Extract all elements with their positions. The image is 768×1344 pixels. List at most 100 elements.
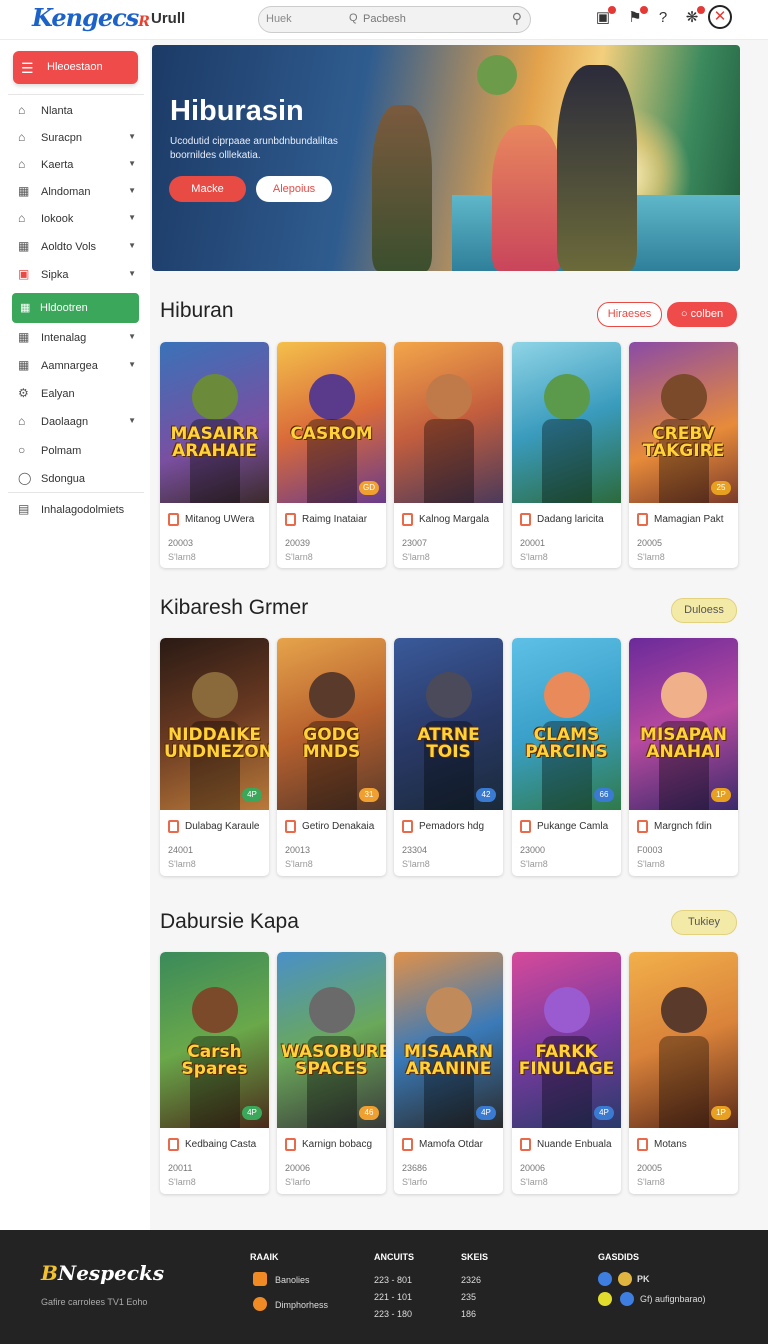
game-card[interactable]: WASOBURE SPACES 46 Karnign bobacg 20006 S'la…	[277, 952, 386, 1194]
circle-icon: ○	[18, 443, 26, 457]
cart-icon[interactable]: ▣	[593, 6, 616, 28]
section-action-button[interactable]: ○ colben	[667, 302, 737, 327]
home-icon: ⌂	[18, 103, 26, 117]
game-thumbnail[interactable]: FARKK FINULAGE 4P	[512, 952, 621, 1128]
footer-text: 186	[461, 1309, 477, 1319]
footer-text: 223 - 801	[374, 1275, 413, 1285]
game-card[interactable]: MISAPAN ANAHAI 1P Margnch fdin F0003 S'larn8	[629, 638, 738, 876]
hero-primary-button[interactable]: Macke	[169, 176, 246, 202]
game-card[interactable]: MASAIRR ARAHAIE Mitanog UWera 20003 S'larn8	[160, 342, 269, 568]
game-icon	[402, 820, 413, 833]
footer-link[interactable]: Dimphorhess	[275, 1300, 328, 1310]
game-title-art: WASOBURE SPACES	[281, 1042, 386, 1079]
footer-link[interactable]: Gf) aufignbarao)	[640, 1294, 706, 1304]
game-thumbnail[interactable]: MASAIRR ARAHAIE	[160, 342, 269, 503]
game-card[interactable]: NIDDAIKE UNDNEZON 4P Dulabag Karaule 24001 S…	[160, 638, 269, 876]
game-icon	[637, 1138, 648, 1151]
social-icon[interactable]	[618, 1272, 632, 1286]
game-thumbnail[interactable]: GODG MNDS 31	[277, 638, 386, 810]
game-card[interactable]: Kalnog Margala 23007 S'larn8	[394, 342, 503, 568]
game-card[interactable]: CLAMS PARCINS 66 Pukange Camla 23000 S'larn8	[512, 638, 621, 876]
footer-column-heading: SKEIS	[461, 1252, 489, 1262]
footer-link[interactable]: PK	[637, 1274, 650, 1284]
game-icon	[168, 1138, 179, 1151]
game-thumbnail[interactable]: MISAPAN ANAHAI 1P	[629, 638, 738, 810]
game-name: Kalnog Margala	[419, 514, 490, 525]
game-card[interactable]: Dadang laricita 20001 S'larn8	[512, 342, 621, 568]
game-thumbnail[interactable]: NIDDAIKE UNDNEZON 4P	[160, 638, 269, 810]
sidebar-item-10[interactable]: ⚙ Ealyan	[18, 385, 138, 405]
character-illustration	[309, 987, 355, 1033]
game-card[interactable]: MISAARN ARANINE 4P Mamofa Otdar 23686 S'larf…	[394, 952, 503, 1194]
game-card[interactable]: CASROM GD Raimg Inataiar 20039 S'larn8	[277, 342, 386, 568]
settings-icon[interactable]: ❋	[682, 6, 705, 28]
sidebar-item-11[interactable]: ⌂ Daolaagn ▼	[18, 413, 138, 433]
game-players: 23686	[402, 1163, 428, 1173]
sidebar-item-5[interactable]: ⌂ Iokook ▼	[18, 210, 138, 230]
sidebar-item-12[interactable]: ○ Polmam	[18, 442, 138, 462]
sidebar-item-2[interactable]: ⌂ Suracpn ▼	[18, 129, 138, 149]
sidebar-item-1[interactable]: ⌂ Nlanta	[18, 102, 138, 122]
footer-column-heading: RAAIK	[250, 1252, 279, 1262]
game-card[interactable]: ATRNE TOIS 42 Pemadors hdg 23304 S'larn8	[394, 638, 503, 876]
sidebar-item-6[interactable]: ▦ Aoldto Vols ▼	[18, 238, 138, 258]
game-thumbnail[interactable]	[512, 342, 621, 503]
game-card[interactable]: 1P Motans 20005 S'larn8	[629, 952, 738, 1194]
sidebar-item-9[interactable]: ▦ Aamnargea ▼	[18, 357, 138, 377]
chevron-down-icon: ▼	[128, 241, 136, 250]
search-input[interactable]: Huek Q Pacbesh ⚲	[258, 6, 531, 33]
rating-badge: 4P	[242, 788, 262, 802]
game-thumbnail[interactable]: WASOBURE SPACES 46	[277, 952, 386, 1128]
hero-banner[interactable]: Hiburasin Ucodutid ciprpaae arunbdnbunda…	[152, 45, 740, 271]
section-filter-button[interactable]: Duloess	[671, 598, 737, 623]
game-icon	[402, 513, 413, 526]
game-thumbnail[interactable]: CREBV TAKGIRE 25	[629, 342, 738, 503]
section-filter-button[interactable]: Tukiey	[671, 910, 737, 935]
game-thumbnail[interactable]: 1P	[629, 952, 738, 1128]
game-card[interactable]: Carsh Spares 4P Kedbaing Casta 20011 S'larn8	[160, 952, 269, 1194]
game-card[interactable]: GODG MNDS 31 Getiro Denakaia 20013 S'larn8	[277, 638, 386, 876]
search-icon[interactable]: ⚲	[512, 10, 522, 27]
game-thumbnail[interactable]: Carsh Spares 4P	[160, 952, 269, 1128]
game-card[interactable]: CREBV TAKGIRE 25 Mamagian Pakt 20005 S'larn8	[629, 342, 738, 568]
sidebar-item-3[interactable]: ⌂ Kaerta ▼	[18, 156, 138, 176]
footer-link[interactable]: Banolies	[275, 1275, 310, 1285]
game-players: 23000	[520, 845, 546, 855]
sidebar-item-7[interactable]: ▣ Sipka ▼	[18, 266, 138, 286]
rating-badge: GD	[359, 481, 379, 495]
rating-badge: 25	[711, 481, 731, 495]
chevron-down-icon: ▼	[128, 416, 136, 425]
social-icon[interactable]	[620, 1292, 634, 1306]
game-card[interactable]: FARKK FINULAGE 4P Nuande Enbuala 20006 S'lar…	[512, 952, 621, 1194]
sidebar-item-active[interactable]: ▦ Hldootren	[12, 293, 139, 323]
rating-badge: 66	[594, 788, 614, 802]
game-title-art: NIDDAIKE UNDNEZON	[164, 725, 269, 762]
bell-icon[interactable]: ⚑	[625, 6, 648, 28]
game-thumbnail[interactable]: CLAMS PARCINS 66	[512, 638, 621, 810]
sidebar-item-13[interactable]: ◯ Sdongua	[18, 470, 138, 490]
sidebar-primary-button[interactable]: ☰ Hleoestaon	[13, 51, 138, 84]
section-filter-button[interactable]: Hiraeses	[597, 302, 662, 327]
footer-logo[interactable]: BNespecks	[41, 1261, 164, 1285]
user-name[interactable]: Urull	[151, 10, 185, 27]
help-icon[interactable]: ?	[653, 8, 673, 28]
character-body	[542, 419, 592, 503]
game-title-art: ATRNE TOIS	[417, 725, 480, 762]
game-thumbnail[interactable]	[394, 342, 503, 503]
character-illustration	[661, 672, 707, 718]
character-body	[424, 419, 474, 503]
sidebar-item-8[interactable]: ▦ Intenalag ▼	[18, 329, 138, 349]
profile-icon[interactable]: ✕	[708, 5, 732, 29]
game-name: Mamagian Pakt	[654, 514, 724, 525]
hero-title: Hiburasin	[170, 95, 304, 127]
game-thumbnail[interactable]: MISAARN ARANINE 4P	[394, 952, 503, 1128]
social-icon[interactable]	[598, 1272, 612, 1286]
brand-logo[interactable]: KengecsR	[32, 3, 150, 32]
game-title-art: FARKK FINULAGE	[518, 1042, 615, 1079]
sidebar-item-4[interactable]: ▦ Alndoman ▼	[18, 183, 138, 203]
game-thumbnail[interactable]: CASROM GD	[277, 342, 386, 503]
social-icon[interactable]	[598, 1292, 612, 1306]
hero-secondary-button[interactable]: Alepoius	[256, 176, 332, 202]
sidebar-item-bottom[interactable]: ▤ Inhalagodolmiets	[18, 501, 138, 521]
game-thumbnail[interactable]: ATRNE TOIS 42	[394, 638, 503, 810]
